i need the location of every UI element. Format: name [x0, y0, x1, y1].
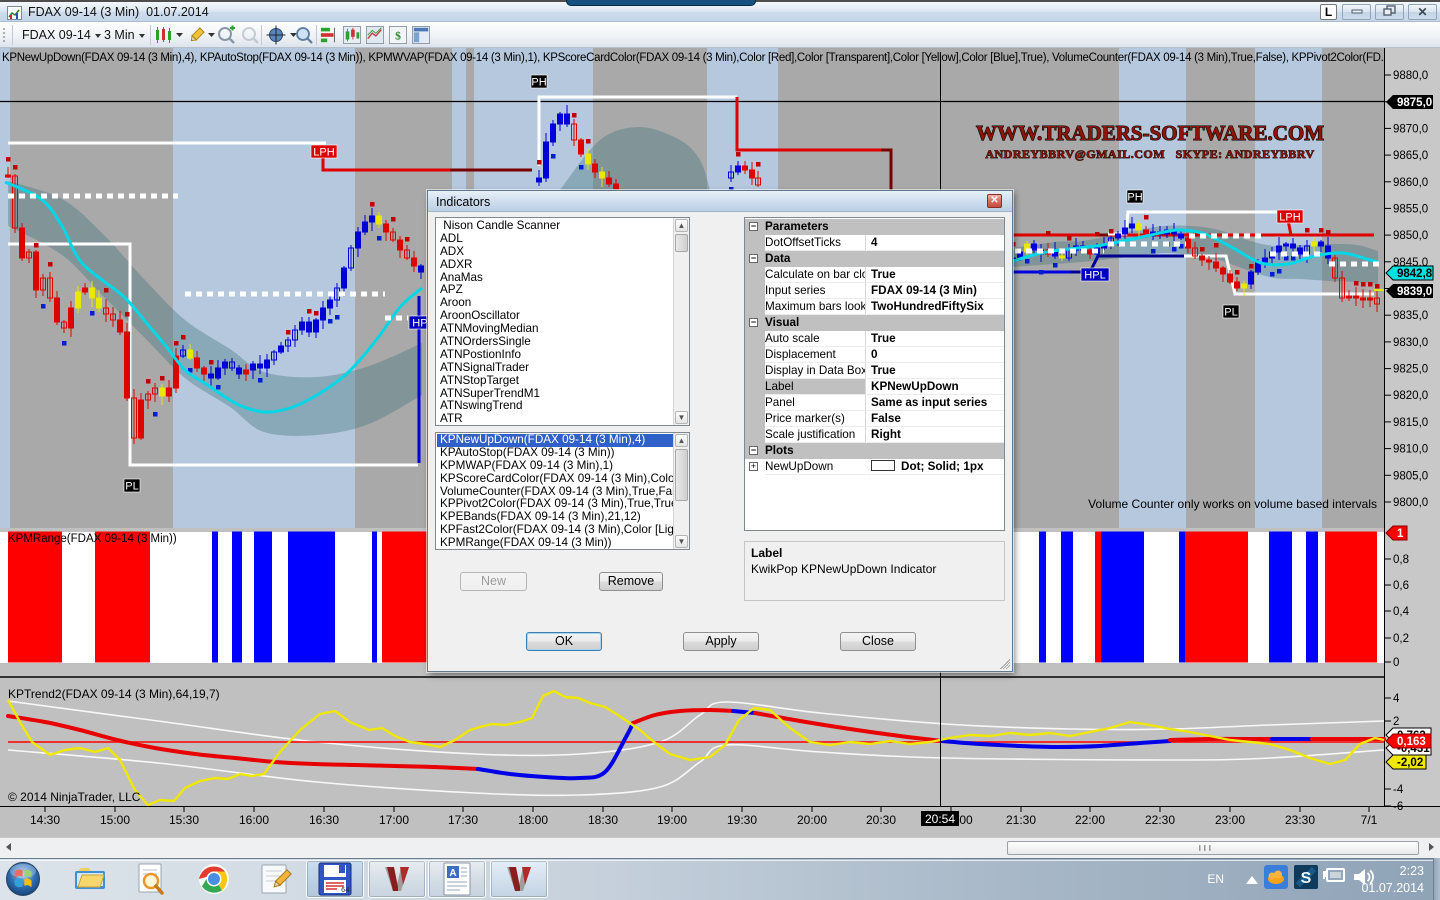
- svg-text:0,8: 0,8: [1393, 554, 1409, 566]
- svg-text:64: 64: [341, 887, 349, 895]
- svg-text:7/1: 7/1: [1361, 813, 1378, 827]
- svg-text:$: $: [395, 30, 401, 43]
- svg-text:PH: PH: [1127, 192, 1142, 204]
- svg-text:9860,0: 9860,0: [1393, 177, 1428, 189]
- svg-text:ANDREYBBRV@GMAIL.COM SKYPE:: ANDREYBBRV@GMAIL.COM SKYPE: ANDREYBBRV: [985, 147, 1314, 161]
- svg-text:9830,0: 9830,0: [1393, 337, 1428, 349]
- svg-text:9825,0: 9825,0: [1393, 364, 1428, 376]
- svg-text:00: 00: [959, 813, 973, 827]
- svg-text:17:00: 17:00: [379, 813, 409, 827]
- svg-text:15:30: 15:30: [169, 813, 199, 827]
- svg-text:LPH: LPH: [1279, 212, 1300, 224]
- svg-text:9810,0: 9810,0: [1393, 444, 1428, 456]
- svg-text:0: 0: [1393, 657, 1399, 669]
- svg-text:9805,0: 9805,0: [1393, 470, 1428, 482]
- svg-text:14:30: 14:30: [30, 813, 60, 827]
- svg-text:9815,0: 9815,0: [1393, 417, 1428, 429]
- svg-text:PH: PH: [531, 77, 546, 89]
- svg-text:9880,0: 9880,0: [1393, 70, 1428, 82]
- svg-text:4: 4: [1393, 693, 1400, 705]
- svg-text:-6: -6: [1393, 801, 1403, 813]
- svg-text:WWW.TRADERS-SOFTWARE.COM: WWW.TRADERS-SOFTWARE.COM: [976, 121, 1324, 145]
- svg-text:9870,0: 9870,0: [1393, 123, 1428, 135]
- svg-text:KPTrend2(FDAX 09-14 (3 Min),64: KPTrend2(FDAX 09-14 (3 Min),64,19,7): [8, 687, 220, 701]
- svg-text:HPL: HPL: [1084, 270, 1105, 282]
- svg-text:1: 1: [1397, 528, 1404, 540]
- svg-text:9842,8: 9842,8: [1397, 268, 1433, 280]
- svg-text:9835,0: 9835,0: [1393, 310, 1428, 322]
- svg-text:PL: PL: [1224, 307, 1237, 319]
- svg-text:23:00: 23:00: [1215, 813, 1245, 827]
- svg-text:9800,0: 9800,0: [1393, 497, 1428, 509]
- svg-text:0,4: 0,4: [1393, 606, 1410, 618]
- svg-text:20:54: 20:54: [925, 812, 955, 826]
- svg-text:16:30: 16:30: [309, 813, 339, 827]
- svg-text:23:30: 23:30: [1285, 813, 1315, 827]
- svg-text:2: 2: [1393, 716, 1399, 728]
- svg-text:9865,0: 9865,0: [1393, 150, 1428, 162]
- svg-text:-4: -4: [1393, 784, 1404, 796]
- svg-text:18:30: 18:30: [588, 813, 618, 827]
- svg-text:0,163: 0,163: [1397, 736, 1426, 748]
- svg-text:PL: PL: [125, 481, 138, 493]
- svg-text:© 2014 NinjaTrader, LLC: © 2014 NinjaTrader, LLC: [8, 790, 141, 804]
- svg-text:20:00: 20:00: [797, 813, 827, 827]
- svg-text:LPH: LPH: [313, 147, 334, 159]
- svg-text:S: S: [1301, 870, 1312, 887]
- svg-text:22:00: 22:00: [1075, 813, 1105, 827]
- svg-text:22:30: 22:30: [1145, 813, 1175, 827]
- svg-text:9820,0: 9820,0: [1393, 390, 1428, 402]
- svg-text:20:30: 20:30: [866, 813, 896, 827]
- svg-text:0,6: 0,6: [1393, 580, 1409, 592]
- svg-text:21:30: 21:30: [1006, 813, 1036, 827]
- svg-text:9839,0: 9839,0: [1397, 286, 1432, 298]
- svg-text:19:30: 19:30: [727, 813, 757, 827]
- svg-text:15:00: 15:00: [100, 813, 130, 827]
- svg-text:9855,0: 9855,0: [1393, 203, 1428, 215]
- svg-text:17:30: 17:30: [448, 813, 478, 827]
- svg-text:Volume Counter only works on v: Volume Counter only works on volume base…: [1088, 497, 1377, 511]
- svg-text:-2,02: -2,02: [1397, 757, 1423, 769]
- svg-text:9875,0: 9875,0: [1397, 97, 1432, 109]
- svg-text:16:00: 16:00: [239, 813, 269, 827]
- svg-text:19:00: 19:00: [657, 813, 687, 827]
- svg-text:KPMRange(FDAX 09-14 (3 Min)): KPMRange(FDAX 09-14 (3 Min)): [8, 533, 177, 545]
- svg-text:18:00: 18:00: [518, 813, 548, 827]
- svg-text:A: A: [449, 868, 456, 879]
- svg-text:0,2: 0,2: [1393, 633, 1409, 645]
- svg-text:9850,0: 9850,0: [1393, 230, 1428, 242]
